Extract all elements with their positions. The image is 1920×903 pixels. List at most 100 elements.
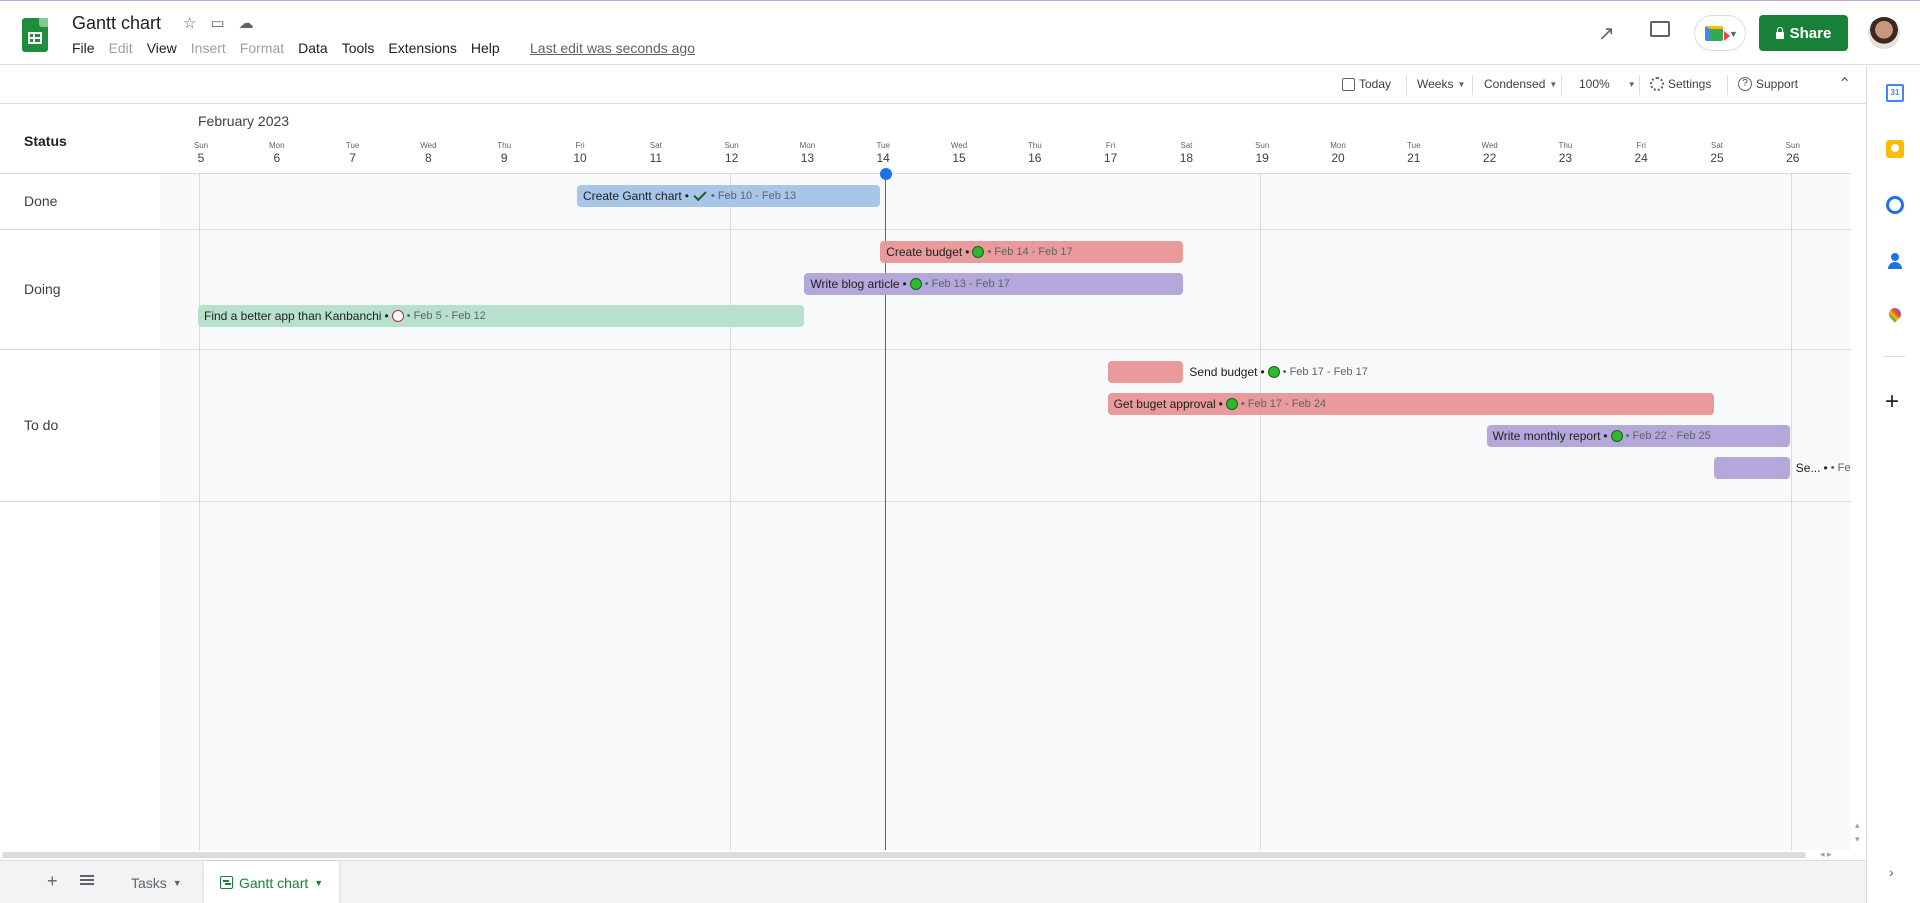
- title-actions: ☆ ▭ ☁: [183, 14, 254, 32]
- add-sheet-plus-icon[interactable]: +: [47, 871, 58, 892]
- star-icon[interactable]: ☆: [183, 14, 196, 32]
- scroll-arrows[interactable]: ◂ ▸: [1820, 849, 1832, 860]
- task-label[interactable]: Send budget • • Feb 17 - Feb 17: [1189, 361, 1367, 383]
- sheet-tab-label: Tasks: [131, 874, 167, 891]
- today-button[interactable]: Today: [1342, 77, 1391, 91]
- green-circle-icon: [1267, 366, 1280, 378]
- app-header: Gantt chart ☆ ▭ ☁ File Edit View Insert Form…: [0, 1, 1920, 65]
- document-title[interactable]: Gantt chart: [72, 13, 161, 34]
- density-dropdown[interactable]: Condensed ▼: [1484, 77, 1557, 91]
- maps-app-icon[interactable]: [1886, 308, 1904, 326]
- chevron-right-icon[interactable]: ›: [1889, 864, 1894, 880]
- separator-dot: •: [902, 277, 907, 291]
- task-label[interactable]: Create budget • • Feb 14 - Feb 17: [886, 241, 1072, 263]
- day-number-label: 21: [1407, 151, 1421, 165]
- menu-data[interactable]: Data: [298, 40, 328, 56]
- task-label[interactable]: Write blog article • • Feb 13 - Feb 17: [810, 273, 1010, 295]
- all-sheets-list-icon[interactable]: [80, 875, 94, 885]
- task-dates: • Feb 13 - Feb 17: [924, 278, 1010, 290]
- task-label[interactable]: Write monthly report • • Feb 22 - Feb 25: [1493, 425, 1711, 447]
- menu-insert[interactable]: Insert: [191, 40, 226, 56]
- task-label[interactable]: Find a better app than Kanbanchi • • Feb 5…: [204, 305, 486, 327]
- sheet-tab[interactable]: Tasks ▼: [115, 861, 198, 903]
- zoom-dropdown[interactable]: 100% ▼: [1579, 77, 1636, 91]
- row-divider: [0, 501, 1851, 502]
- day-header: Thu 9: [484, 141, 524, 165]
- menu-view[interactable]: View: [147, 40, 177, 56]
- toolbar-divider: [1727, 75, 1728, 95]
- day-header: Sat 25: [1697, 141, 1737, 165]
- vertical-scroll-arrows[interactable]: ▴ ▾: [1855, 818, 1860, 846]
- support-button[interactable]: ? Support: [1738, 77, 1798, 91]
- contacts-app-icon[interactable]: [1886, 252, 1904, 270]
- comments-icon[interactable]: [1650, 21, 1670, 37]
- account-avatar[interactable]: [1868, 17, 1900, 49]
- keep-app-icon[interactable]: [1886, 140, 1904, 158]
- day-header: Fri 10: [560, 141, 600, 165]
- day-of-week-label: Tue: [1407, 141, 1421, 150]
- day-number-label: 14: [876, 151, 890, 165]
- timeline[interactable]: February 2023 Sun 5 Mon 6 Tue 7 Wed 8 Thu 9 Fri 10 S…: [160, 105, 1851, 850]
- activity-trend-icon[interactable]: ↗: [1598, 21, 1615, 46]
- separator-dot: •: [965, 245, 970, 259]
- menu-help[interactable]: Help: [471, 40, 500, 56]
- move-folder-icon[interactable]: ▭: [210, 14, 224, 32]
- week-gridline: [1790, 173, 1792, 850]
- sheet-tab[interactable]: Gantt chart ▼: [204, 861, 340, 903]
- task-bar[interactable]: [1107, 361, 1184, 383]
- toolbar-divider: [1561, 75, 1562, 95]
- task-label[interactable]: Create Gantt chart • • Feb 10 - Feb 13: [583, 185, 796, 207]
- density-label: Condensed: [1484, 77, 1546, 91]
- chevron-down-icon: ▼: [1729, 29, 1738, 39]
- share-button[interactable]: Share: [1759, 15, 1848, 51]
- caret-down-icon[interactable]: ▼: [173, 878, 182, 888]
- green-circle-icon: [909, 278, 922, 290]
- menu-edit[interactable]: Edit: [109, 40, 133, 56]
- task-bar[interactable]: [1714, 457, 1790, 479]
- menu-format[interactable]: Format: [240, 40, 284, 56]
- cloud-status-icon[interactable]: ☁: [239, 14, 254, 32]
- header-divider: [0, 173, 1851, 174]
- horizontal-scrollbar[interactable]: [0, 851, 1851, 859]
- day-number-label: 18: [1179, 151, 1194, 165]
- settings-button[interactable]: Settings: [1650, 77, 1711, 91]
- green-circle-icon: [1610, 430, 1623, 442]
- day-number-label: 19: [1255, 151, 1269, 165]
- today-marker-dot[interactable]: [879, 168, 892, 180]
- caret-down-icon[interactable]: ▼: [314, 878, 323, 888]
- status-row-label: Doing: [24, 281, 61, 297]
- toolbar-divider: [1639, 75, 1640, 95]
- day-number-label: 7: [349, 151, 356, 165]
- scale-dropdown[interactable]: Weeks ▼: [1417, 77, 1465, 91]
- task-name: Write monthly report: [1492, 429, 1601, 443]
- task-dates: • Feb 17 - Feb 24: [1240, 398, 1327, 410]
- day-number-label: 8: [425, 151, 432, 165]
- task-dates: • Feb 25 - Feb 2: [1830, 462, 1851, 474]
- week-gridline: [729, 173, 731, 850]
- menu-tools[interactable]: Tools: [342, 40, 375, 56]
- task-name: Send budget: [1189, 365, 1258, 379]
- task-dates: • Feb 10 - Feb 13: [710, 190, 797, 202]
- menu-file[interactable]: File: [72, 40, 95, 56]
- day-of-week-label: Thu: [1027, 141, 1042, 150]
- collapse-toolbar-icon[interactable]: ⌃: [1838, 74, 1851, 94]
- month-label: February 2023: [198, 113, 290, 129]
- task-label[interactable]: Get buget approval • • Feb 17 - Feb 24: [1114, 393, 1326, 415]
- get-add-ons-plus-icon[interactable]: +: [1885, 388, 1899, 416]
- sheets-logo-icon[interactable]: [22, 18, 48, 52]
- menu-extensions[interactable]: Extensions: [388, 40, 456, 56]
- tasks-app-icon[interactable]: [1886, 196, 1904, 214]
- task-name: Create Gantt chart: [583, 189, 682, 203]
- day-header: Tue 14: [863, 141, 903, 165]
- help-icon: ?: [1738, 77, 1752, 91]
- zoom-label: 100%: [1579, 77, 1610, 91]
- meet-button[interactable]: ▼: [1694, 15, 1746, 51]
- task-label[interactable]: Se...•• Feb 25 - Feb 2: [1796, 457, 1851, 479]
- scrollbar-thumb[interactable]: [2, 852, 1806, 858]
- day-number-label: 11: [649, 151, 663, 165]
- calendar-app-icon[interactable]: 31: [1886, 84, 1904, 102]
- status-header: Status: [24, 133, 67, 149]
- separator-dot: •: [1823, 461, 1828, 475]
- day-number-label: 13: [800, 151, 815, 165]
- last-edit-link[interactable]: Last edit was seconds ago: [530, 40, 695, 56]
